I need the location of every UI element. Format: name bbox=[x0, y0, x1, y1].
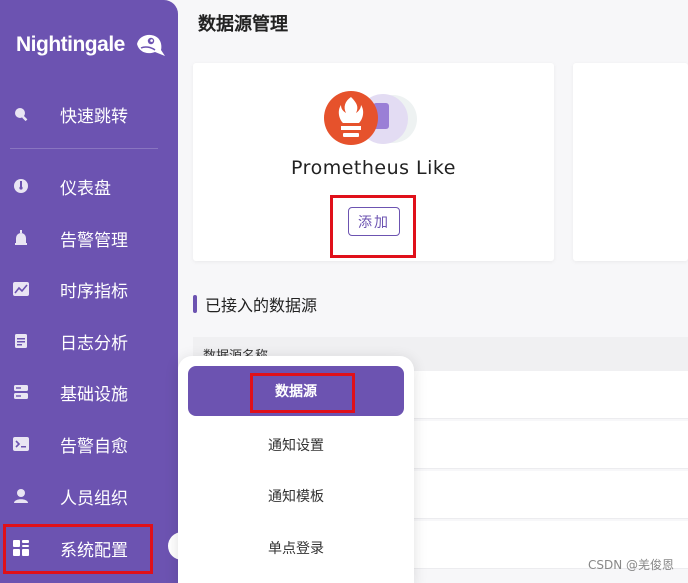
sidebar-item-label: 人员组织 bbox=[60, 488, 128, 509]
sidebar-item-self-healing[interactable]: 告警自愈 bbox=[0, 422, 178, 466]
sidebar-item-infrastructure[interactable]: 基础设施 bbox=[0, 370, 178, 414]
server-icon bbox=[12, 383, 30, 401]
grid-icon bbox=[12, 539, 30, 557]
sidebar-item-dashboard[interactable]: 仪表盘 bbox=[0, 164, 178, 208]
sidebar-item-label: 基础设施 bbox=[60, 384, 128, 405]
datasource-card-prometheus: Prometheus Like 添加 bbox=[193, 63, 554, 261]
datasource-card-next bbox=[573, 63, 688, 261]
alarm-icon bbox=[12, 229, 30, 247]
datasource-name: Prometheus Like bbox=[291, 157, 456, 179]
terminal-icon bbox=[12, 435, 30, 453]
sidebar-item-label: 仪表盘 bbox=[60, 178, 111, 199]
document-icon bbox=[12, 332, 30, 350]
sidebar-item-label: 日志分析 bbox=[60, 333, 128, 354]
add-datasource-button[interactable]: 添加 bbox=[348, 207, 400, 236]
line-chart-icon bbox=[12, 280, 30, 298]
sidebar-item-quick-jump[interactable]: 快速跳转 bbox=[0, 92, 178, 136]
sidebar: Nightingale 快速跳转 仪表盘 告警管理 时序指标 日志分析 基础设施… bbox=[0, 0, 178, 583]
sidebar-item-system-config[interactable]: 系统配置 bbox=[0, 526, 178, 570]
submenu-item-sso[interactable]: 单点登录 bbox=[188, 523, 404, 573]
submenu-item-notification-templates[interactable]: 通知模板 bbox=[188, 471, 404, 521]
sidebar-item-label: 时序指标 bbox=[60, 281, 128, 302]
sidebar-item-log-analysis[interactable]: 日志分析 bbox=[0, 319, 178, 363]
nightingale-bird-icon bbox=[136, 34, 165, 56]
section-accent-bar bbox=[193, 295, 197, 313]
sidebar-item-label: 快速跳转 bbox=[60, 106, 128, 127]
sidebar-item-alarm-management[interactable]: 告警管理 bbox=[0, 216, 178, 260]
app-logo[interactable]: Nightingale bbox=[16, 30, 167, 60]
search-icon bbox=[12, 105, 30, 123]
sidebar-item-metrics[interactable]: 时序指标 bbox=[0, 267, 178, 311]
sidebar-item-label: 告警管理 bbox=[60, 230, 128, 251]
sidebar-item-label: 告警自愈 bbox=[60, 436, 128, 457]
system-config-submenu: 数据源 通知设置 通知模板 单点登录 bbox=[178, 356, 414, 583]
prometheus-logo-icon bbox=[324, 91, 417, 145]
submenu-item-datasource[interactable]: 数据源 bbox=[188, 366, 404, 416]
sidebar-item-label: 系统配置 bbox=[60, 540, 128, 561]
dashboard-icon bbox=[12, 177, 30, 195]
sidebar-divider bbox=[10, 148, 158, 149]
section-title: 已接入的数据源 bbox=[205, 296, 318, 315]
connected-datasources-section: 已接入的数据源 bbox=[193, 292, 317, 316]
submenu-item-notification-settings[interactable]: 通知设置 bbox=[188, 420, 404, 470]
watermark: CSDN @羌俊恩 bbox=[587, 558, 674, 572]
sidebar-item-organization[interactable]: 人员组织 bbox=[0, 474, 178, 518]
user-icon bbox=[12, 487, 30, 505]
logo-text: Nightingale bbox=[16, 33, 125, 56]
page-title: 数据源管理 bbox=[198, 14, 288, 35]
